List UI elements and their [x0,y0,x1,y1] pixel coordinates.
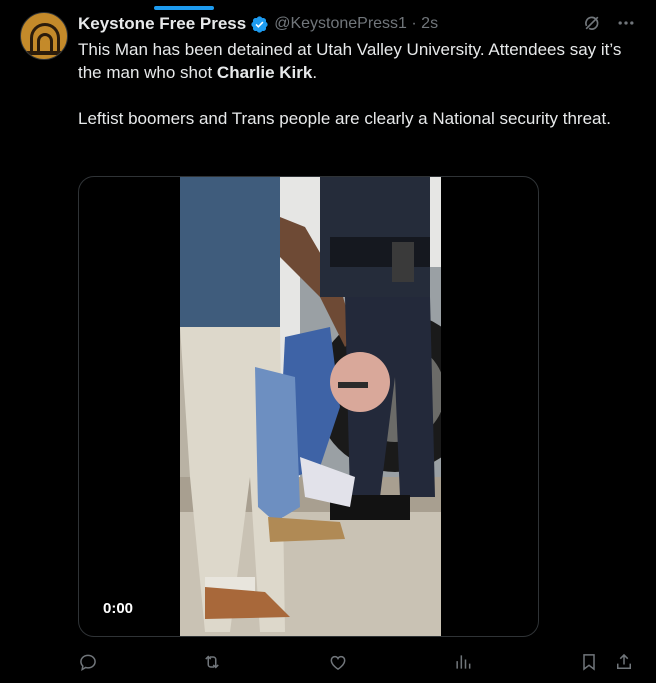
tweet-text-part: . [312,63,318,82]
header-actions [582,13,636,33]
avatar-arch-inner [37,33,53,53]
views-button[interactable] [453,652,475,674]
retweet-icon [205,655,219,669]
tweet-actions [78,652,636,674]
grok-icon[interactable] [582,13,602,33]
more-icon[interactable] [616,13,636,33]
share-icon [617,653,631,669]
bookmark-icon [583,654,595,671]
bookmark-button[interactable] [579,652,601,674]
tweet-text-part: This Man has been detained at Utah Valle… [78,40,622,82]
like-icon [330,655,346,670]
avatar-base [27,51,63,55]
share-button[interactable] [614,652,636,674]
handle-and-time[interactable]: @KeystonePress1 · 2s [274,15,438,33]
reply-button[interactable] [78,652,100,674]
retweet-button[interactable] [202,652,224,674]
like-button[interactable] [328,652,350,674]
tweet-paragraph-1: This Man has been detained at Utah Valle… [78,38,638,84]
tweet: Keystone Free Press @KeystonePress1 · 2s… [0,0,656,683]
views-icon [456,655,471,669]
tweet-text: This Man has been detained at Utah Valle… [78,38,638,153]
tweet-paragraph-2: Leftist boomers and Trans people are cle… [78,109,611,128]
tweet-text-bold: Charlie Kirk [216,63,313,82]
display-name[interactable]: Keystone Free Press [78,14,246,34]
video-timestamp: 0:00 [103,600,134,617]
video-still-image [180,177,441,636]
avatar[interactable] [20,12,68,60]
video-player[interactable]: 0:00 [78,176,539,637]
reply-icon [80,654,96,671]
tweet-header: Keystone Free Press @KeystonePress1 · 2s [78,13,636,35]
video-frame[interactable] [180,177,441,636]
verified-badge-icon [251,15,268,33]
